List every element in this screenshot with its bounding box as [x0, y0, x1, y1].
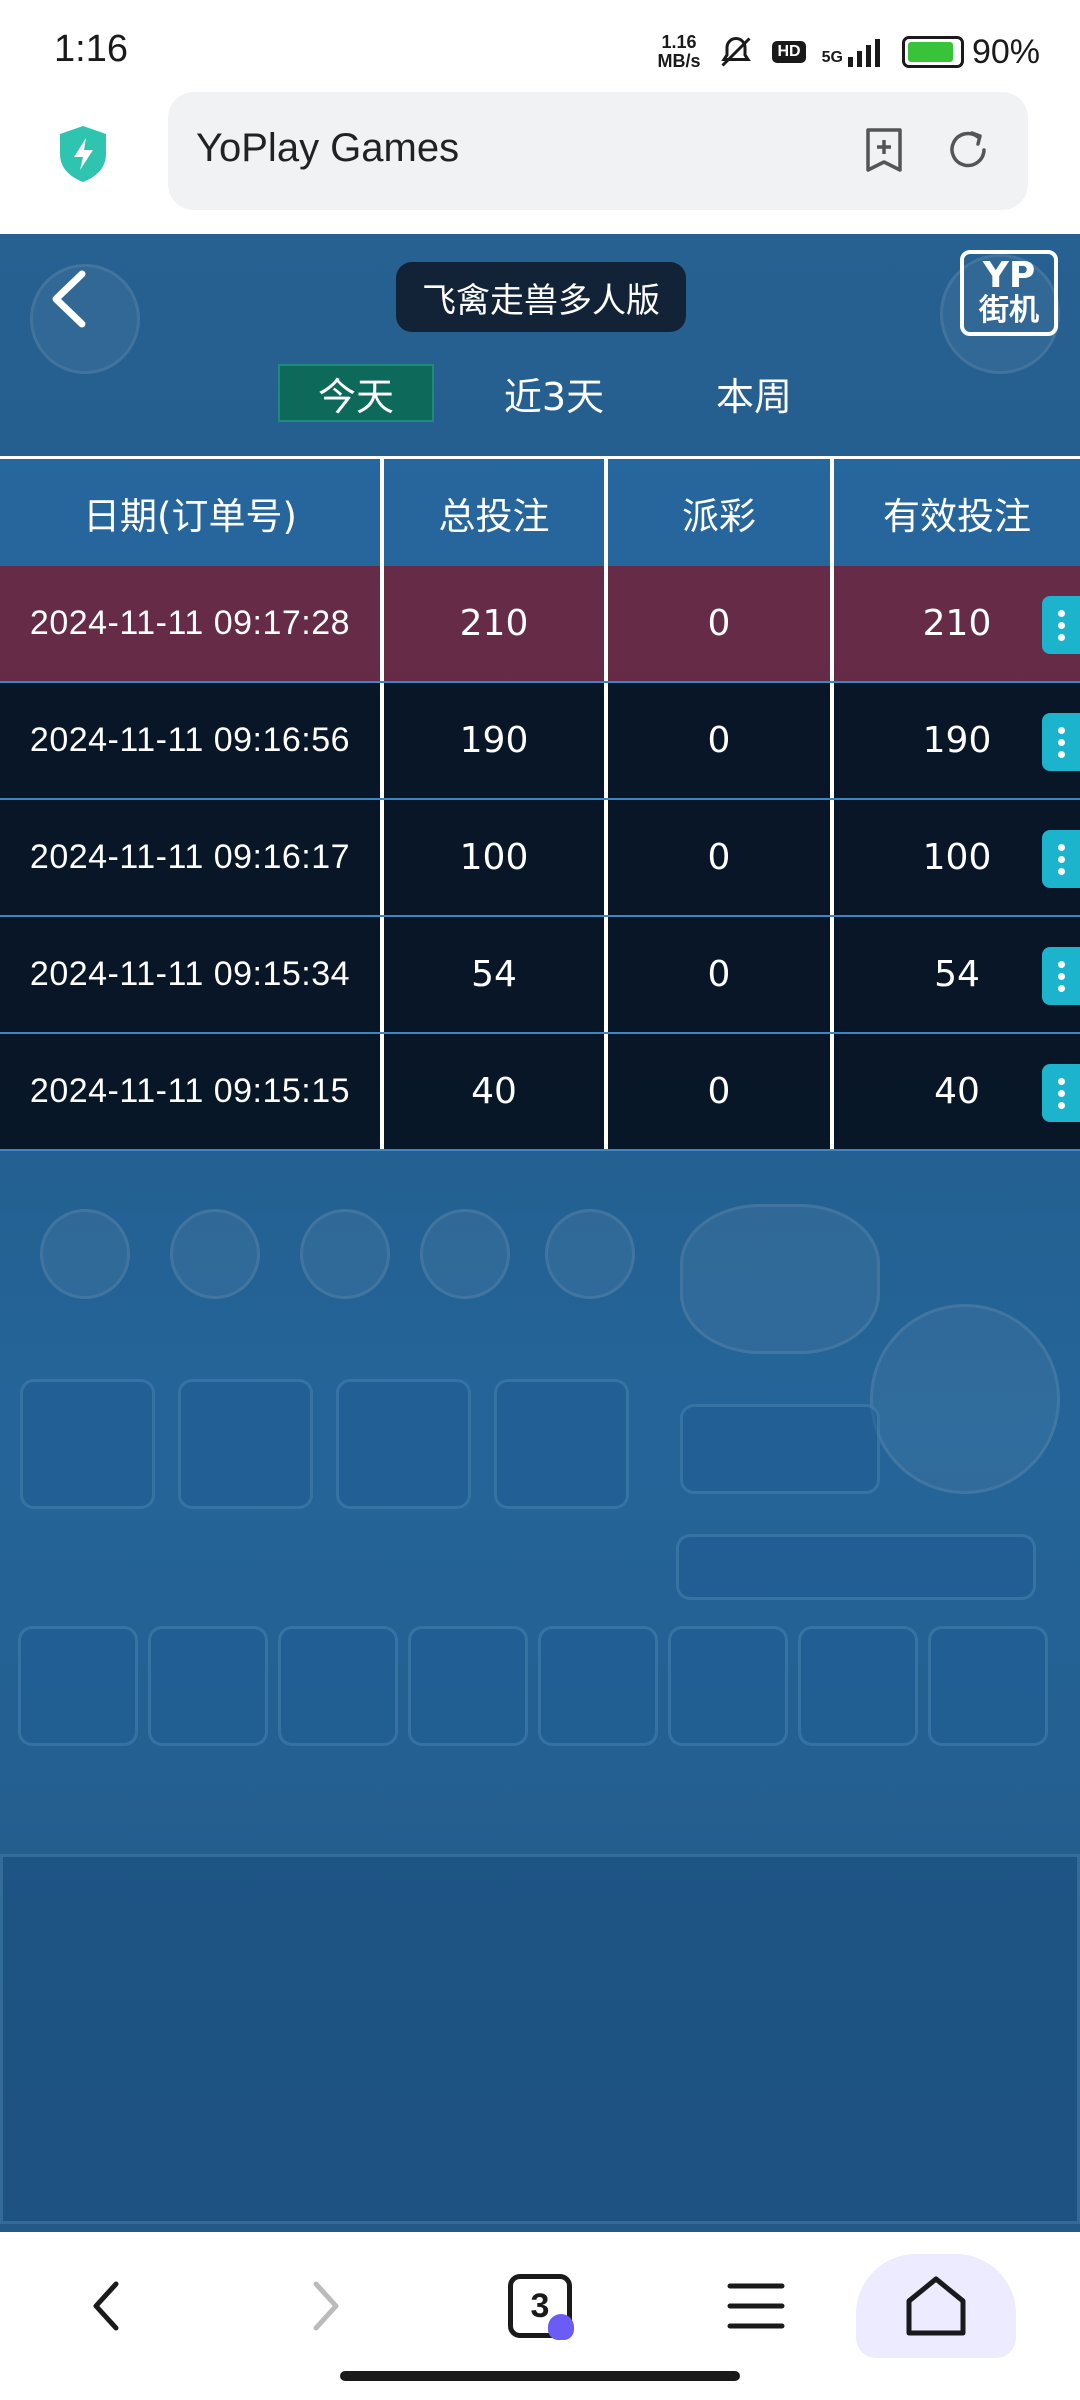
- tab-last-3-days[interactable]: 近3天: [476, 364, 632, 422]
- bet-history-table: 日期(订单号) 总投注 派彩 有效投注 2024-11-11 09:17:28 …: [0, 456, 1080, 1151]
- row-payout: 0: [608, 800, 834, 915]
- row-date: 2024-11-11 09:16:17: [0, 800, 384, 915]
- battery-percent: 90%: [971, 32, 1040, 71]
- home-icon[interactable]: [856, 2254, 1016, 2358]
- row-more-icon[interactable]: [1042, 947, 1080, 1005]
- table-row[interactable]: 2024-11-11 09:17:28 210 0 210: [0, 566, 1080, 683]
- row-date: 2024-11-11 09:15:34: [0, 917, 384, 1032]
- logo-line1: YP: [982, 255, 1036, 296]
- address-bar[interactable]: YoPlay Games: [168, 92, 1028, 210]
- date-range-tabs: 今天 近3天 本周: [0, 364, 1080, 426]
- row-date: 2024-11-11 09:17:28: [0, 566, 384, 681]
- ghost-badge-icon: [548, 2314, 574, 2340]
- row-total-bet: 54: [384, 917, 608, 1032]
- row-total-bet: 210: [384, 566, 608, 681]
- signal-icon: 5G: [822, 37, 886, 67]
- row-total-bet: 190: [384, 683, 608, 798]
- row-payout: 0: [608, 917, 834, 1032]
- row-payout: 0: [608, 683, 834, 798]
- tab-today[interactable]: 今天: [278, 364, 434, 422]
- bookmark-add-icon[interactable]: [858, 124, 910, 176]
- table-row[interactable]: 2024-11-11 09:15:34 54 0 54: [0, 917, 1080, 1034]
- row-total-bet: 100: [384, 800, 608, 915]
- row-date: 2024-11-11 09:15:15: [0, 1034, 384, 1149]
- row-date: 2024-11-11 09:16:56: [0, 683, 384, 798]
- header-date: 日期(订单号): [0, 459, 384, 566]
- row-payout: 0: [608, 566, 834, 681]
- status-icons: 1.16 MB/s HD 5G 90%: [657, 28, 1040, 76]
- table-row[interactable]: 2024-11-11 09:16:17 100 0 100: [0, 800, 1080, 917]
- bottom-navigation: 3: [0, 2232, 1080, 2400]
- shield-icon[interactable]: [56, 124, 110, 184]
- row-total-bet: 40: [384, 1034, 608, 1149]
- status-bar: 1:16 1.16 MB/s HD 5G 90%: [0, 0, 1080, 92]
- game-title: 飞禽走兽多人版: [396, 262, 686, 332]
- row-more-icon[interactable]: [1042, 713, 1080, 771]
- table-row[interactable]: 2024-11-11 09:15:15 40 0 40: [0, 1034, 1080, 1151]
- row-more-icon[interactable]: [1042, 830, 1080, 888]
- row-more-icon[interactable]: [1042, 596, 1080, 654]
- row-more-icon[interactable]: [1042, 1064, 1080, 1122]
- yp-logo: YP 街机: [960, 250, 1058, 336]
- tab-this-week[interactable]: 本周: [676, 364, 832, 422]
- back-icon[interactable]: [66, 2266, 146, 2346]
- battery-indicator: 90%: [901, 32, 1040, 72]
- bell-muted-icon: [716, 32, 756, 72]
- logo-line2: 街机: [979, 293, 1039, 328]
- table-header: 日期(订单号) 总投注 派彩 有效投注: [0, 456, 1080, 566]
- signal-label: 5G: [821, 49, 843, 66]
- menu-icon[interactable]: [716, 2266, 796, 2346]
- back-arrow-icon[interactable]: [40, 264, 100, 334]
- net-speed-value: 1.16: [661, 32, 697, 52]
- forward-icon[interactable]: [286, 2266, 366, 2346]
- header-payout: 派彩: [608, 459, 834, 566]
- status-time: 1:16: [54, 28, 128, 70]
- hd-badge: HD: [772, 41, 806, 63]
- url-text[interactable]: YoPlay Games: [196, 126, 459, 171]
- tabs-icon[interactable]: 3: [500, 2266, 580, 2346]
- network-speed: 1.16 MB/s: [657, 33, 700, 71]
- browser-toolbar: YoPlay Games: [0, 92, 1080, 234]
- row-payout: 0: [608, 1034, 834, 1149]
- battery-icon: [901, 36, 964, 68]
- header-valid-bet: 有效投注: [883, 494, 1031, 538]
- refresh-icon[interactable]: [942, 124, 994, 176]
- table-row[interactable]: 2024-11-11 09:16:56 190 0 190: [0, 683, 1080, 800]
- net-speed-unit: MB/s: [657, 51, 701, 71]
- game-canvas[interactable]: 飞禽走兽多人版 YP 街机 今天 近3天 本周 日期(订单号) 总投注 派彩 有…: [0, 234, 1080, 2232]
- gesture-bar[interactable]: [340, 2371, 740, 2381]
- header-total-bet: 总投注: [384, 459, 608, 566]
